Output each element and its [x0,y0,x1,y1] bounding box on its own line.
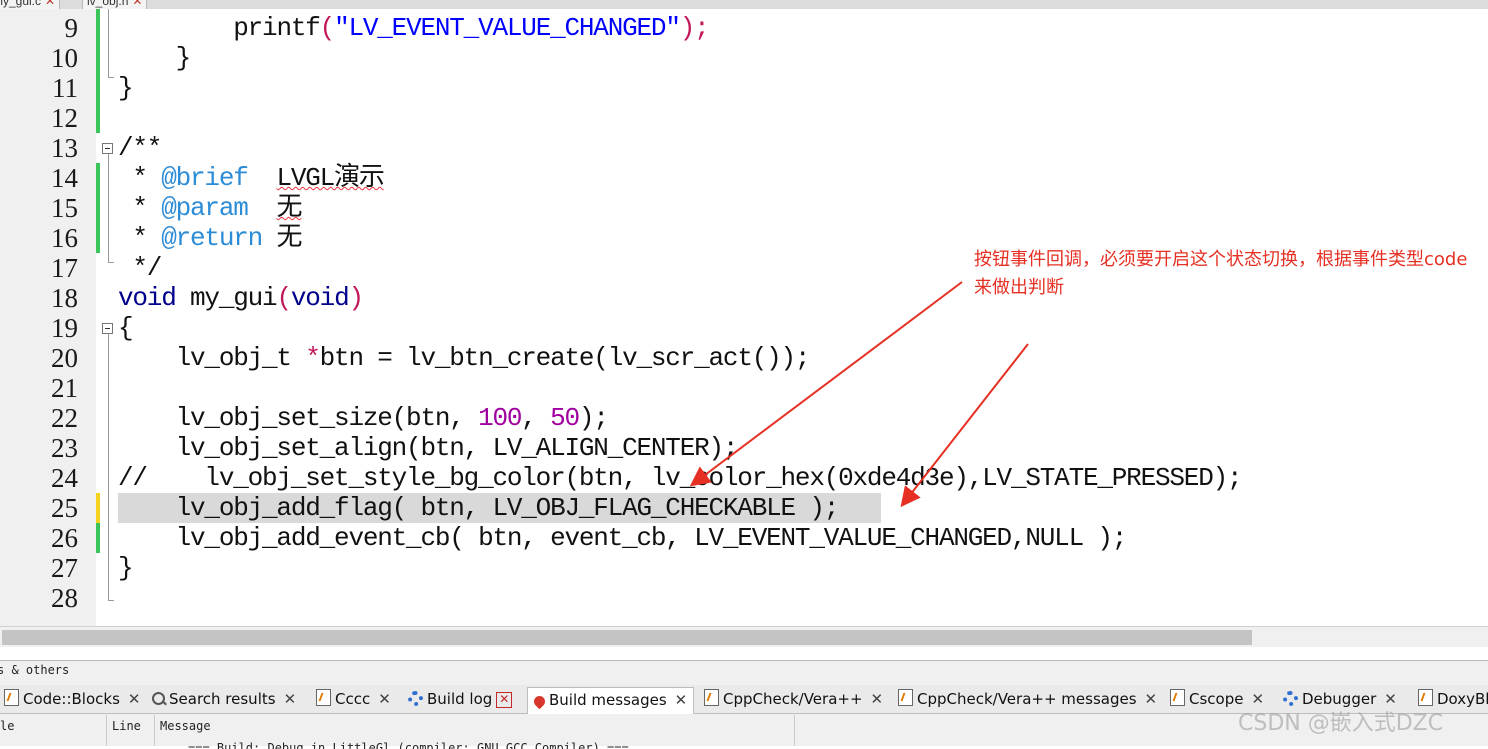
code-line: printf("LV_EVENT_VALUE_CHANGED"); [233,13,710,43]
column-header-message[interactable]: Message [160,719,211,733]
tab-cccc[interactable]: Cccc ✕ [316,687,391,713]
close-icon[interactable]: ✕ [45,0,55,8]
code-line: lv_obj_set_align(btn, LV_ALIGN_CENTER); [118,433,739,463]
pin-icon [531,693,548,710]
line-number: 16 [51,223,78,253]
code-line: */ [118,253,162,283]
file-tab-label: lv_obj.h [87,0,129,8]
annotation-text: 按钮事件回调，必须要开启这个状态切换，根据事件类型code来做出判断 [974,249,1468,298]
file-tab-lv-obj-h[interactable]: lv_obj.h ✕ [82,0,148,9]
line-number: 26 [51,523,78,553]
tab-codeblocks[interactable]: Code::Blocks ✕ [4,687,140,713]
line-number: 19 [51,313,78,343]
tab-cppcheck-messages[interactable]: CppCheck/Vera++ messages ✕ [898,687,1157,713]
line-number: 22 [51,403,78,433]
line-number: 18 [51,283,78,313]
logs-panel-title: s & others [0,663,70,677]
line-number: 9 [64,13,79,43]
code-line: lv_obj_add_event_cb( btn, event_cb, LV_E… [118,523,1128,553]
code-line: } [118,73,134,103]
page-icon [1170,689,1185,706]
close-icon[interactable]: ✕ [871,690,884,708]
code-line: { [118,313,134,343]
page-icon [704,689,719,706]
code-line-current: lv_obj_add_flag( btn, LV_OBJ_FLAG_CHECKA… [118,493,840,523]
line-number: 15 [51,193,78,223]
fold-line [108,9,109,77]
code-line: /** [118,133,162,163]
file-tab-bar: my_gui.c✕ lv_obj.h✕ [0,0,1488,9]
line-number: 23 [51,433,78,463]
close-icon[interactable]: ✕ [496,692,513,708]
line-number: 28 [51,583,78,613]
scrollbar-thumb[interactable] [2,630,1252,645]
code-line: void my_gui(void) [118,283,364,313]
change-marker-unsaved [96,493,100,523]
close-icon[interactable]: ✕ [284,690,297,708]
line-number: 14 [51,163,78,193]
fold-line [108,154,109,262]
line-number: 25 [51,493,78,523]
column-header-file[interactable]: le [0,719,14,733]
code-line: * @return 无 [118,223,302,253]
code-line: } [118,553,134,583]
close-icon[interactable]: ✕ [132,0,142,8]
line-number: 24 [51,463,78,493]
code-line: lv_obj_set_size(btn, 100, 50); [118,403,609,433]
line-number: 21 [51,373,78,403]
page-icon [316,689,331,706]
page-icon [898,689,913,706]
page-icon [4,689,19,706]
line-number: 12 [51,103,78,133]
code-line: lv_obj_t *btn = lv_btn_create(lv_scr_act… [118,343,811,373]
close-icon[interactable]: ✕ [128,690,141,708]
page-icon [1418,689,1433,706]
watermark: CSDN @嵌入式DZC [1238,711,1444,736]
fold-toggle-icon[interactable] [102,323,113,334]
code-editor[interactable]: 9 10 11 12 13 14 15 16 17 18 19 20 21 22… [0,9,1488,626]
tab-cppcheck[interactable]: CppCheck/Vera++ ✕ [704,687,883,713]
fold-end [108,262,114,263]
code-line: * @brief LVGL演示 [118,163,384,193]
code-line-commented: // lv_obj_set_style_bg_color(btn, lv_col… [118,463,1243,493]
search-icon [152,691,165,706]
code-line: * @param 无 [118,193,302,223]
code-line: } [118,43,192,73]
line-number: 20 [51,343,78,373]
line-number: 11 [52,73,78,103]
fold-toggle-icon[interactable] [102,143,113,154]
gear-icon [1283,691,1298,706]
fold-end [108,77,114,78]
file-tab-label: my_gui.c [0,0,42,8]
tab-build-log[interactable]: Build log ✕ [408,687,513,713]
close-icon[interactable]: ✕ [378,690,391,708]
file-tab-my-gui[interactable]: my_gui.c✕ [0,0,61,9]
fold-end [108,600,114,601]
gear-icon [408,691,423,706]
fold-line [108,334,109,600]
horizontal-scrollbar[interactable] [0,626,1488,647]
line-number: 17 [51,253,78,283]
line-number: 10 [51,43,78,73]
tab-build-messages[interactable]: Build messages ✕ [527,687,695,714]
line-number: 27 [51,553,78,583]
change-marker [96,163,100,253]
close-icon[interactable]: ✕ [1145,690,1158,708]
change-marker [96,9,100,133]
change-marker [96,523,100,553]
message-row[interactable]: === Build: Debug in LittleGl (compiler: … [188,741,629,749]
line-number: 13 [51,133,78,163]
column-header-line[interactable]: Line [112,719,141,733]
tab-search-results[interactable]: Search results ✕ [152,687,296,713]
close-icon[interactable]: ✕ [675,691,688,709]
